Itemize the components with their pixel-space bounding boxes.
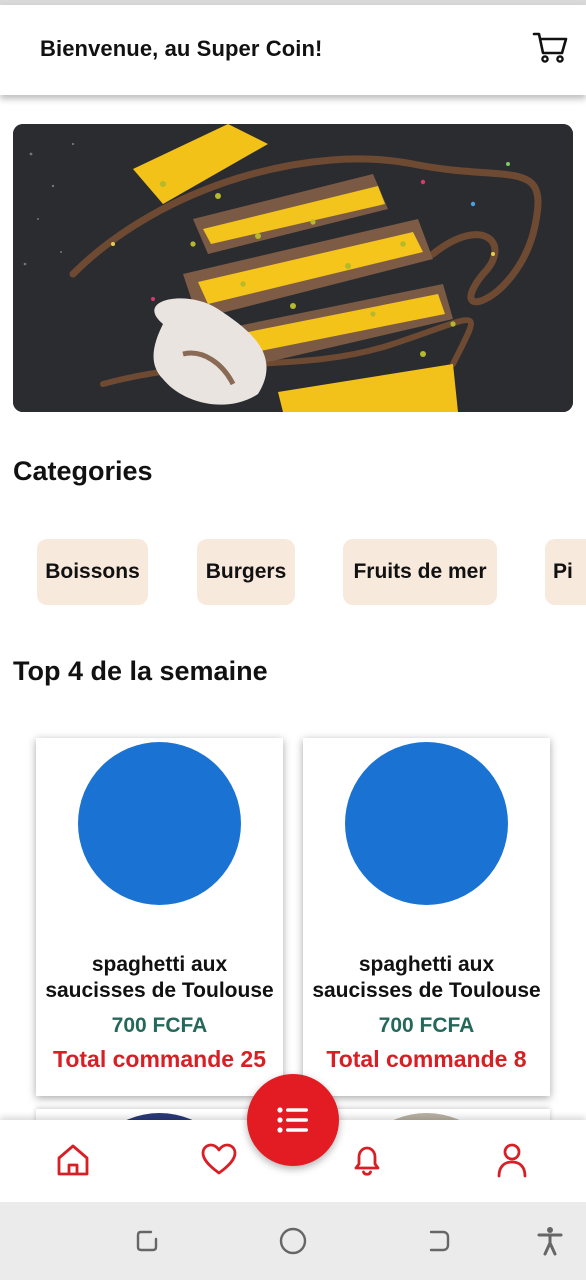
home-icon bbox=[57, 1144, 89, 1176]
product-price: 700 FCFA bbox=[111, 1014, 208, 1037]
system-navigation-bar bbox=[0, 1202, 586, 1280]
category-chip-fruits-de-mer[interactable]: Fruits de mer bbox=[343, 539, 497, 605]
product-name: spaghetti aux saucisses de Toulouse bbox=[312, 953, 541, 1002]
product-image-placeholder bbox=[345, 742, 508, 905]
product-price: 700 FCFA bbox=[378, 1014, 475, 1037]
hero-banner[interactable] bbox=[13, 124, 573, 412]
app-screen: Bienvenue, au Super Coin! Categories Boi… bbox=[0, 0, 586, 1280]
nav-home-button[interactable] bbox=[53, 1140, 93, 1180]
bell-icon bbox=[354, 1146, 380, 1176]
product-order-total: Total commande 25 bbox=[52, 1046, 267, 1072]
nav-profile-button[interactable] bbox=[492, 1140, 532, 1180]
menu-fab-button[interactable] bbox=[247, 1074, 339, 1166]
product-card[interactable]: spaghetti aux saucisses de Toulouse 700 … bbox=[303, 738, 550, 1096]
app-header: Bienvenue, au Super Coin! bbox=[0, 5, 586, 95]
accessibility-icon bbox=[537, 1227, 563, 1256]
hero-dessert-image bbox=[13, 124, 573, 412]
product-name: spaghetti aux saucisses de Toulouse bbox=[45, 953, 274, 1002]
nav-notifications-button[interactable] bbox=[347, 1140, 387, 1180]
back-icon bbox=[429, 1230, 450, 1252]
top-week-heading: Top 4 de la semaine bbox=[13, 656, 268, 686]
cart-button[interactable] bbox=[530, 27, 570, 67]
system-back-button[interactable] bbox=[424, 1226, 454, 1256]
list-icon bbox=[277, 1107, 308, 1133]
category-chip-partial[interactable]: Pi bbox=[545, 539, 586, 605]
category-chip-burgers[interactable]: Burgers bbox=[197, 539, 295, 605]
user-icon bbox=[497, 1143, 527, 1178]
product-order-total: Total commande 8 bbox=[326, 1046, 527, 1072]
home-circle-icon bbox=[279, 1227, 307, 1255]
category-chip-boissons[interactable]: Boissons bbox=[37, 539, 148, 605]
category-list: Boissons Burgers Fruits de mer Pi bbox=[0, 539, 586, 605]
system-recents-button[interactable] bbox=[132, 1226, 162, 1256]
product-image-placeholder bbox=[78, 742, 241, 905]
system-accessibility-button[interactable] bbox=[535, 1226, 565, 1256]
recents-icon bbox=[136, 1230, 158, 1252]
product-card[interactable]: spaghetti aux saucisses de Toulouse 700 … bbox=[36, 738, 283, 1096]
page-title: Bienvenue, au Super Coin! bbox=[40, 36, 323, 61]
nav-favorites-button[interactable] bbox=[199, 1140, 239, 1180]
cart-icon bbox=[532, 32, 568, 63]
categories-heading: Categories bbox=[13, 456, 153, 486]
heart-icon bbox=[201, 1143, 237, 1175]
system-home-button[interactable] bbox=[278, 1226, 308, 1256]
